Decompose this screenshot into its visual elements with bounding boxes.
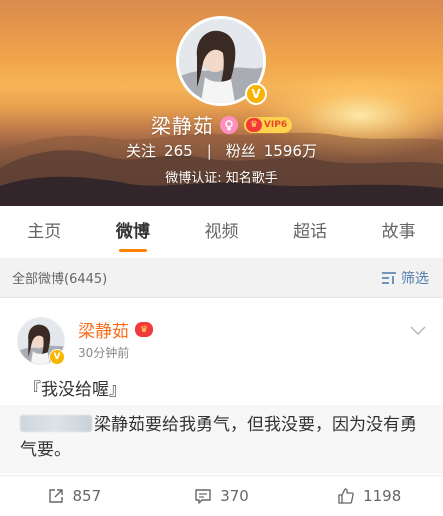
post-author-name[interactable]: 梁静茹 [78,317,129,342]
like-count: 1198 [363,486,402,505]
weibo-post: V 梁静茹 ♛ 30分钟前 『我没给喔』 梁静茹要给我勇气，但我没要，因为没有勇… [0,299,443,516]
post-author-row: 梁静茹 ♛ [78,317,153,342]
post-more-button[interactable] [410,321,426,340]
comment-icon [195,488,211,504]
verified-badge-icon: V [49,349,65,365]
fans-count: 1596万 [263,142,317,160]
follow-count: 265 [164,142,193,160]
thumbs-up-icon [338,487,354,504]
blurred-username [20,415,92,432]
vip-crown-icon: ♛ [135,322,153,337]
tab-home[interactable]: 主页 [0,206,89,258]
vip-level: VIP6 [263,119,288,130]
profile-tabs: 主页 微博 视频 超话 故事 [0,206,443,258]
repost-count: 857 [72,486,102,505]
verified-badge-icon: V [245,83,267,105]
vip-crown-icon: ♛ [245,117,262,132]
reposted-content[interactable]: 梁静茹要给我勇气，但我没要，因为没有勇气要。 [0,405,443,473]
repost-icon [48,488,63,503]
vip-badge[interactable]: ♛ VIP6 [243,116,293,133]
filter-button[interactable]: 筛选 [381,268,429,288]
post-text: 『我没给喔』 [24,380,126,400]
follow-stat[interactable]: 关注 265 [126,140,193,161]
weibo-count-bar: 全部微博(6445) 筛选 [0,258,443,298]
tab-story[interactable]: 故事 [354,206,443,258]
tab-weibo[interactable]: 微博 [89,206,178,258]
post-timestamp: 30分钟前 [78,346,130,360]
profile-cover: V 梁静茹 ♛ VIP6 关注 265 | 粉丝 1596万 微博认证: 知名歌手 [0,0,443,206]
like-button[interactable]: 1198 [295,487,443,505]
profile-name: 梁静茹 [150,114,214,138]
fans-label: 粉丝 [225,142,256,160]
fans-stat[interactable]: 粉丝 1596万 [226,140,317,161]
follow-label: 关注 [126,142,157,160]
stats-divider: | [206,141,212,160]
filter-icon [382,271,396,284]
repost-button[interactable]: 857 [0,487,148,505]
profile-name-row: 梁静茹 ♛ VIP6 [0,110,443,139]
tab-super-topic[interactable]: 超话 [266,206,355,258]
chevron-down-icon [410,326,426,335]
post-actions: 857 370 1198 [0,475,443,515]
female-icon [219,115,238,134]
weibo-count-label: 全部微博(6445) [12,272,108,287]
comment-count: 370 [220,486,249,505]
tab-video[interactable]: 视频 [177,206,266,258]
comment-button[interactable]: 370 [148,487,296,505]
filter-label: 筛选 [401,270,429,287]
profile-stats: 关注 265 | 粉丝 1596万 [0,140,443,161]
certification-text: 微博认证: 知名歌手 [165,171,278,186]
